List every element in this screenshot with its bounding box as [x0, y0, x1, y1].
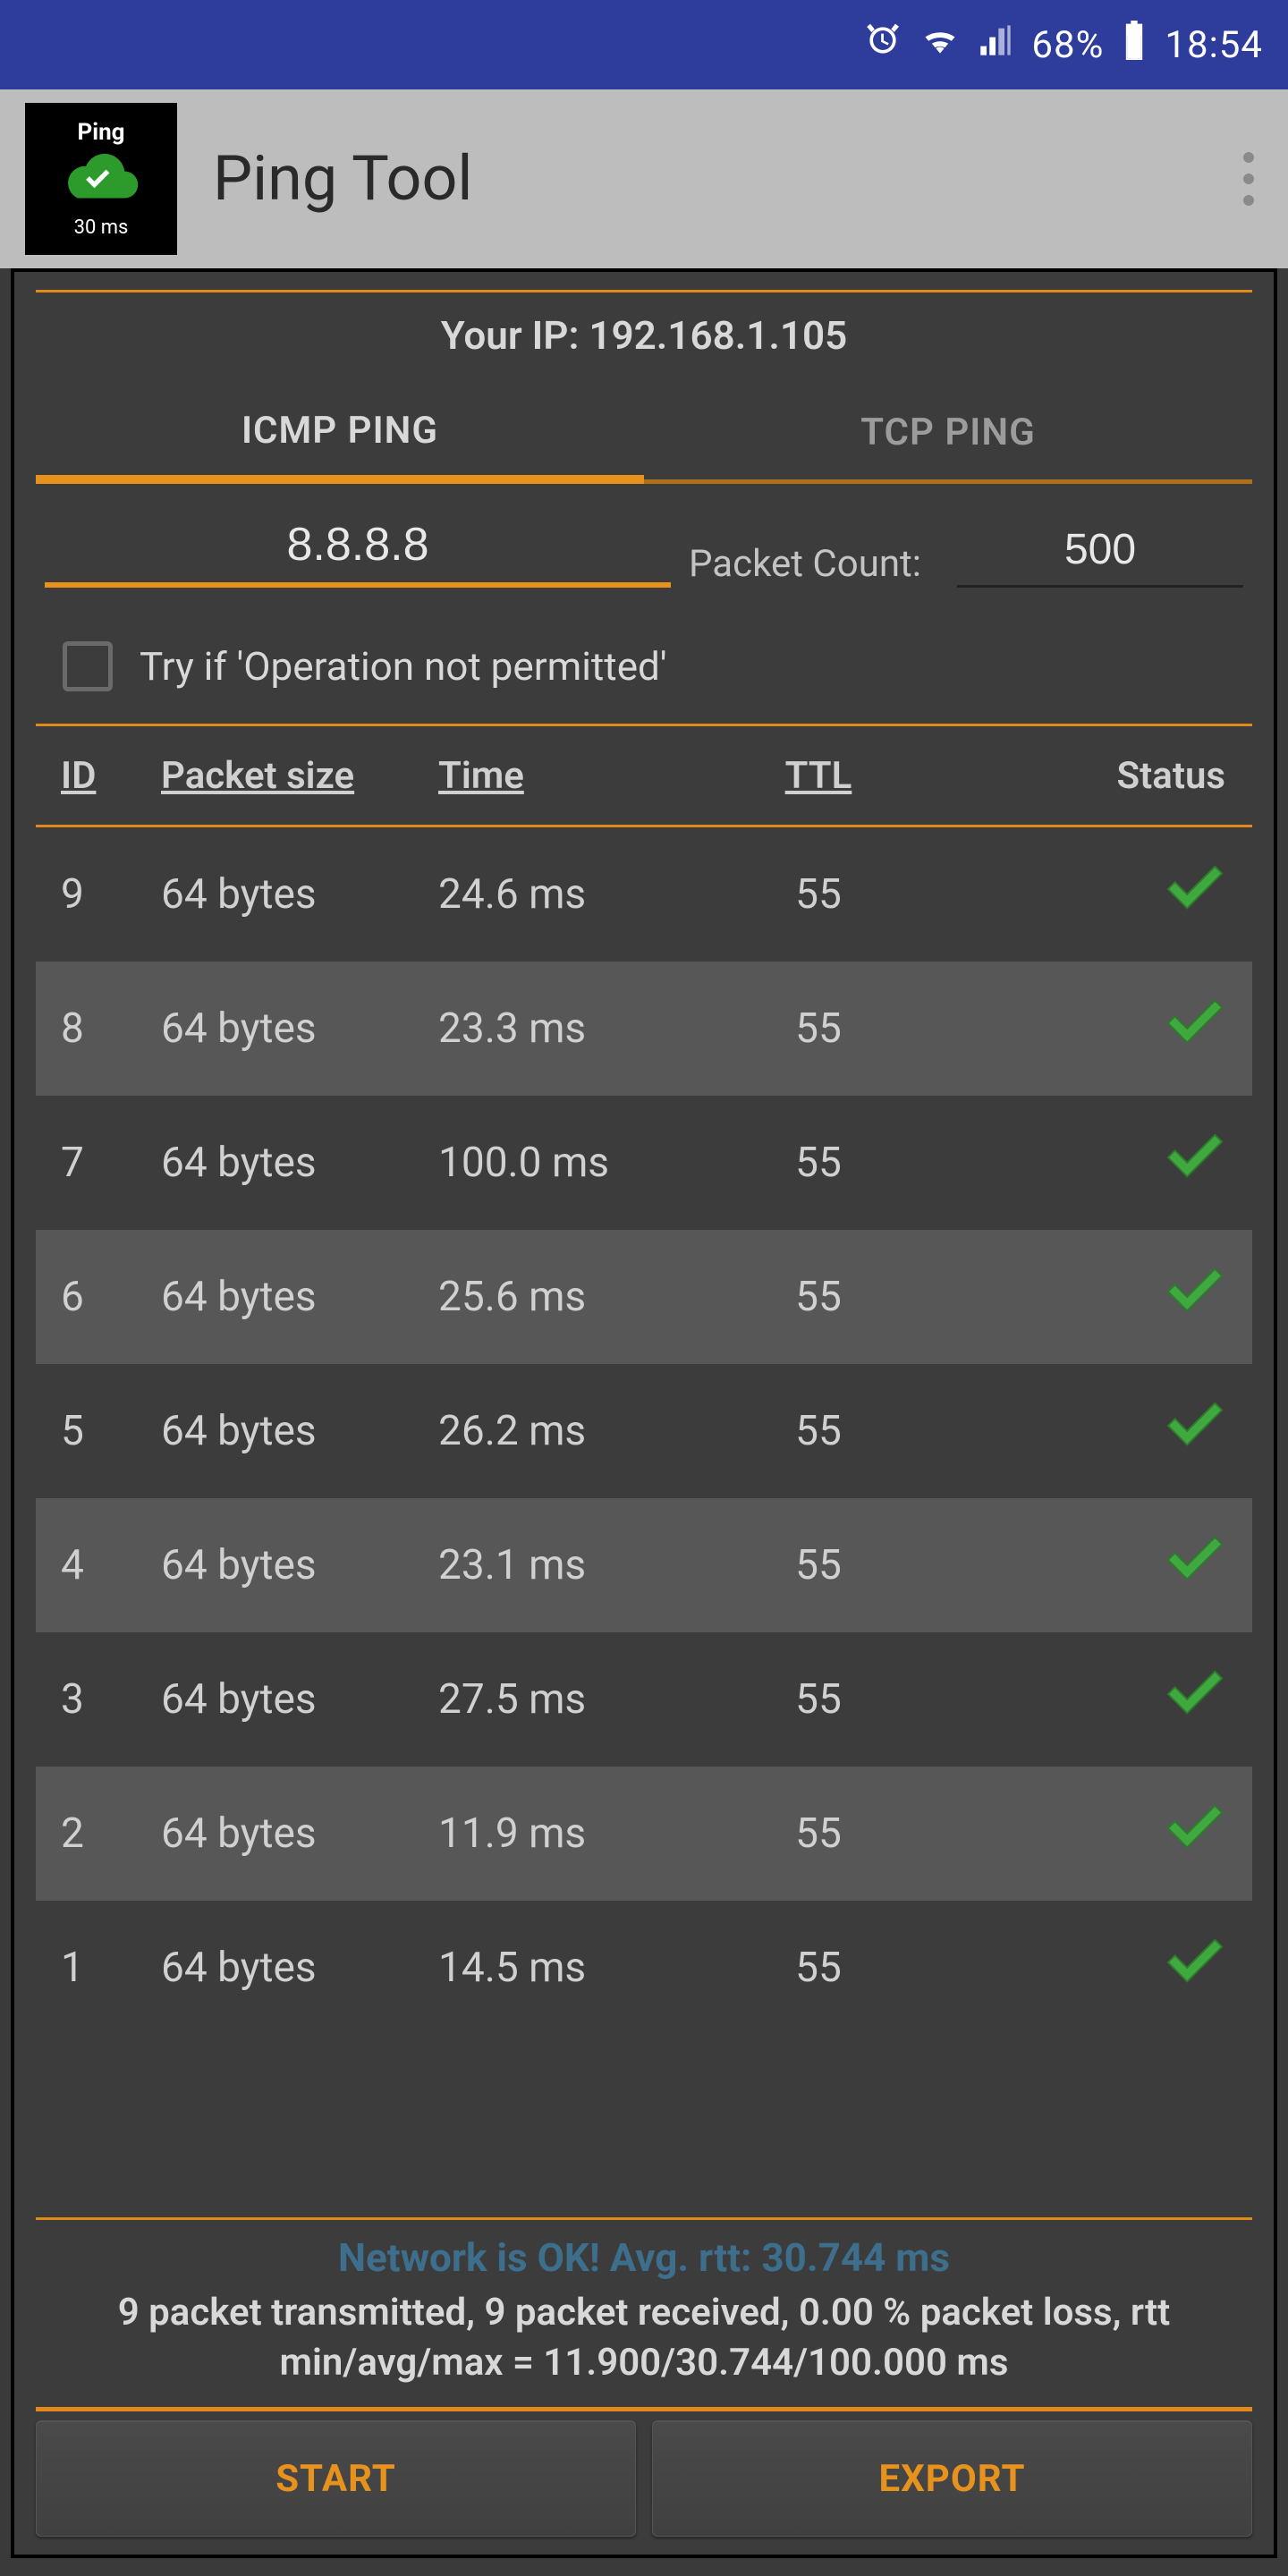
cell-id: 1	[54, 1944, 161, 1992]
battery-pct: 68%	[1031, 23, 1104, 67]
app-bar: Ping 30 ms Ping Tool	[0, 89, 1288, 268]
table-row: 964 bytes24.6 ms55	[36, 827, 1252, 962]
cell-status	[921, 1401, 1234, 1462]
cell-ttl: 55	[716, 1004, 921, 1053]
your-ip-label: Your IP: 192.168.1.105	[36, 292, 1252, 386]
cell-time: 25.6 ms	[438, 1273, 716, 1321]
cell-status	[921, 1267, 1234, 1327]
cell-status	[921, 998, 1234, 1059]
summary-stats-line: 9 packet transmitted, 9 packet received,…	[45, 2288, 1243, 2389]
cell-size: 64 bytes	[161, 1407, 438, 1455]
tab-icmp-ping[interactable]: ICMP PING	[36, 386, 644, 484]
android-status-bar: 68% 18:54	[0, 0, 1288, 89]
cell-size: 64 bytes	[161, 1675, 438, 1724]
cell-ttl: 55	[716, 1944, 921, 1992]
cell-id: 6	[54, 1273, 161, 1321]
table-row: 464 bytes23.1 ms55	[36, 1498, 1252, 1632]
results-table-body[interactable]: 964 bytes24.6 ms55864 bytes23.3 ms55764 …	[36, 825, 1252, 2220]
app-icon-bottom-label: 30 ms	[74, 216, 129, 239]
cell-size: 64 bytes	[161, 1273, 438, 1321]
cell-ttl: 55	[716, 1273, 921, 1321]
cell-time: 23.3 ms	[438, 1004, 716, 1053]
cell-time: 11.9 ms	[438, 1809, 716, 1858]
cell-status	[921, 1132, 1234, 1193]
status-ok-icon	[1163, 1401, 1225, 1462]
cell-ttl: 55	[716, 870, 921, 919]
cell-ttl: 55	[716, 1809, 921, 1858]
summary-block: Network is OK! Avg. rtt: 30.744 ms 9 pac…	[36, 2220, 1252, 2407]
status-ok-icon	[1163, 1669, 1225, 1730]
status-ok-icon	[1163, 1535, 1225, 1596]
status-ok-icon	[1163, 1132, 1225, 1193]
signal-icon	[978, 21, 1013, 68]
battery-icon	[1122, 21, 1147, 70]
target-ip-input[interactable]	[45, 509, 671, 588]
cell-size: 64 bytes	[161, 1004, 438, 1053]
cell-ttl: 55	[716, 1139, 921, 1187]
cell-id: 8	[54, 1004, 161, 1053]
try-not-permitted-checkbox[interactable]	[63, 641, 113, 691]
cell-id: 3	[54, 1675, 161, 1724]
table-row: 264 bytes11.9 ms55	[36, 1767, 1252, 1901]
table-row: 364 bytes27.5 ms55	[36, 1632, 1252, 1767]
app-title: Ping Tool	[213, 142, 1208, 216]
status-ok-icon	[1163, 1267, 1225, 1327]
summary-ok-line: Network is OK! Avg. rtt: 30.744 ms	[45, 2234, 1243, 2281]
cell-status	[921, 1803, 1234, 1864]
cell-status	[921, 1535, 1234, 1596]
cell-ttl: 55	[716, 1541, 921, 1589]
cell-id: 7	[54, 1139, 161, 1187]
header-ttl[interactable]: TTL	[716, 754, 921, 798]
status-ok-icon	[1163, 998, 1225, 1059]
cell-size: 64 bytes	[161, 1541, 438, 1589]
cell-time: 14.5 ms	[438, 1944, 716, 1992]
try-not-permitted-label: Try if 'Operation not permitted'	[140, 643, 667, 690]
cell-id: 4	[54, 1541, 161, 1589]
packet-count-label: Packet Count:	[689, 541, 939, 589]
app-icon: Ping 30 ms	[25, 103, 177, 255]
start-button[interactable]: START	[36, 2420, 636, 2537]
cell-id: 9	[54, 870, 161, 919]
cell-size: 64 bytes	[161, 1809, 438, 1858]
table-row: 564 bytes26.2 ms55	[36, 1364, 1252, 1498]
status-ok-icon	[1163, 864, 1225, 925]
header-size[interactable]: Packet size	[161, 754, 438, 798]
cell-id: 5	[54, 1407, 161, 1455]
results-table-header: ID Packet size Time TTL Status	[36, 726, 1252, 825]
header-id[interactable]: ID	[54, 754, 161, 798]
cell-ttl: 55	[716, 1407, 921, 1455]
cell-time: 100.0 ms	[438, 1139, 716, 1187]
ping-type-tabs: ICMP PING TCP PING	[36, 386, 1252, 484]
header-status: Status	[921, 754, 1234, 798]
cell-status	[921, 1937, 1234, 1998]
cell-ttl: 55	[716, 1675, 921, 1724]
export-button[interactable]: EXPORT	[652, 2420, 1252, 2537]
packet-count-input[interactable]	[957, 516, 1243, 588]
cell-size: 64 bytes	[161, 870, 438, 919]
cell-status	[921, 1669, 1234, 1730]
wifi-icon	[920, 21, 960, 70]
cloud-check-icon	[61, 151, 141, 211]
main-panel: Your IP: 192.168.1.105 ICMP PING TCP PIN…	[11, 268, 1277, 2558]
cell-status	[921, 864, 1234, 925]
alarm-icon	[863, 21, 902, 70]
table-row: 764 bytes100.0 ms55	[36, 1096, 1252, 1230]
clock-text: 18:54	[1165, 23, 1263, 67]
cell-time: 23.1 ms	[438, 1541, 716, 1589]
cell-size: 64 bytes	[161, 1139, 438, 1187]
status-ok-icon	[1163, 1937, 1225, 1998]
overflow-menu-icon[interactable]	[1243, 152, 1263, 206]
app-icon-top-label: Ping	[77, 119, 124, 146]
table-row: 864 bytes23.3 ms55	[36, 962, 1252, 1096]
cell-size: 64 bytes	[161, 1944, 438, 1992]
status-ok-icon	[1163, 1803, 1225, 1864]
header-time[interactable]: Time	[438, 754, 716, 798]
cell-time: 24.6 ms	[438, 870, 716, 919]
cell-time: 26.2 ms	[438, 1407, 716, 1455]
cell-id: 2	[54, 1809, 161, 1858]
cell-time: 27.5 ms	[438, 1675, 716, 1724]
table-row: 164 bytes14.5 ms55	[36, 1901, 1252, 2035]
tab-tcp-ping[interactable]: TCP PING	[644, 386, 1252, 484]
table-row: 664 bytes25.6 ms55	[36, 1230, 1252, 1364]
